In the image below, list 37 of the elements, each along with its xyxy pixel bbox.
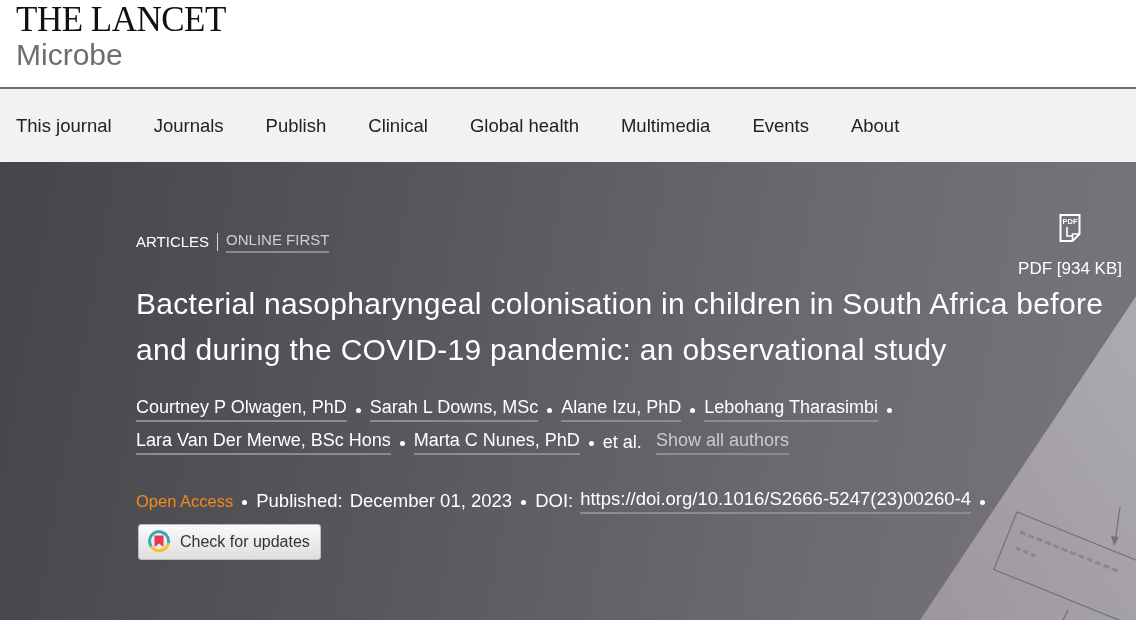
section-label: ARTICLES [136, 231, 210, 252]
author-link[interactable]: Sarah L Downs, MSc [369, 395, 539, 422]
nav-link[interactable]: Events [752, 113, 809, 138]
bullet-icon [521, 500, 527, 505]
nav-link[interactable]: Multimedia [620, 113, 711, 138]
author-link[interactable]: Courtney P Olwagen, PhD [136, 395, 347, 422]
nav-link[interactable]: This journal [16, 113, 112, 138]
bullet-icon [588, 441, 594, 446]
bullet-icon [242, 500, 248, 505]
open-access-label: Open Access [136, 490, 234, 512]
author-link[interactable]: Lara Van Der Merwe, BSc Hons [136, 428, 391, 455]
author-link[interactable]: Lebohang Tharasimbi [704, 395, 879, 422]
bullet-icon [355, 408, 361, 413]
et-al-text: et al. [602, 430, 642, 454]
nav-link[interactable]: Publish [265, 113, 327, 138]
journal-subtitle: Microbe [16, 40, 123, 70]
bullet-icon [399, 441, 405, 446]
show-all-authors-link[interactable]: Show all authors [655, 428, 789, 455]
check-for-updates-button[interactable]: Check for updates [138, 524, 321, 560]
bullet-icon [690, 408, 696, 413]
nav-link[interactable]: Journals [153, 113, 224, 138]
doi-link[interactable]: https://doi.org/10.1016/S2666-5247(23)00260-4 [580, 487, 972, 514]
doi-label: DOI: [535, 488, 574, 513]
bookmark-ring-icon [147, 530, 171, 554]
author-link[interactable]: Marta C Nunes, PhD [413, 428, 580, 455]
journal-name: THE LANCET [16, 2, 226, 38]
bullet-icon [887, 408, 893, 413]
published-label: Published: [256, 488, 343, 513]
bullet-icon [980, 500, 986, 505]
nav-link[interactable]: Clinical [368, 113, 428, 138]
nav-link[interactable]: Global health [469, 113, 579, 138]
online-first-link[interactable]: ONLINE FIRST [226, 230, 330, 253]
article-title: Bacterial nasopharyngeal colonisation in children in South Africa before and during the COVID-19 pandemic: an observational study [136, 286, 1105, 368]
nav-link[interactable]: About [850, 113, 900, 138]
author-link[interactable]: Alane Izu, PhD [561, 395, 682, 422]
published-date: December 01, 2023 [349, 488, 513, 513]
bullet-icon [547, 408, 553, 413]
